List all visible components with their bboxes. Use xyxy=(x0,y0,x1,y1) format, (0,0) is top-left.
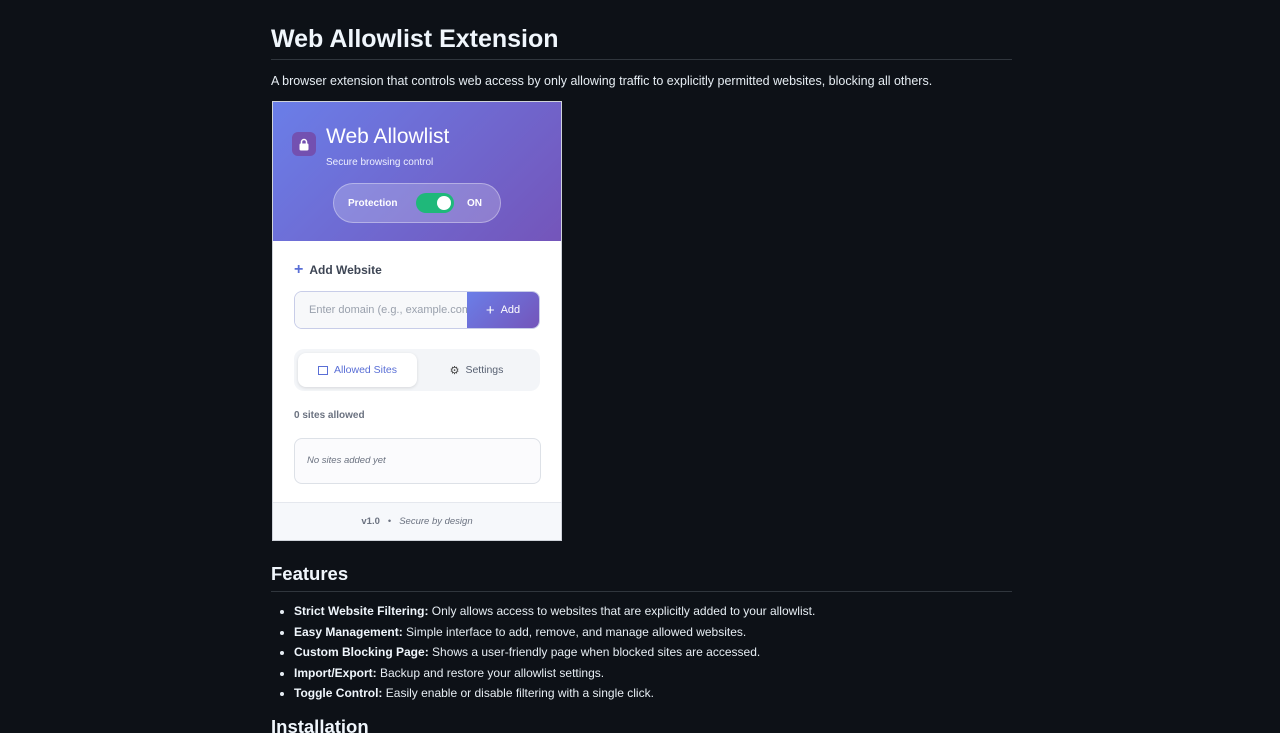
protection-toggle[interactable] xyxy=(416,193,454,213)
features-list: Strict Website Filtering: Only allows ac… xyxy=(294,603,815,706)
protection-label: Protection xyxy=(348,198,398,209)
extension-header: Web Allowlist Secure browsing control Pr… xyxy=(273,102,561,241)
sites-count: 0 sites allowed xyxy=(294,410,365,421)
empty-sites-message: No sites added yet xyxy=(294,438,541,484)
plus-icon: + xyxy=(294,261,304,278)
page-title: Web Allowlist Extension xyxy=(271,0,1012,60)
extension-footer: v1.0 • Secure by design xyxy=(273,502,561,540)
protection-control: Protection ON xyxy=(333,183,501,223)
version-label: v1.0 xyxy=(361,516,380,527)
protection-state: ON xyxy=(467,198,482,209)
feature-name: Import/Export: xyxy=(294,665,377,680)
feature-name: Easy Management: xyxy=(294,624,403,639)
list-item: Easy Management: Simple interface to add… xyxy=(294,624,815,645)
readme-content: Web Allowlist Extension A browser extens… xyxy=(271,0,1012,733)
gear-icon: ⚙ xyxy=(449,364,460,377)
add-website-label: Add Website xyxy=(309,263,382,277)
extension-subtitle: Secure browsing control xyxy=(326,157,434,168)
feature-desc: Shows a user-friendly page when blocked … xyxy=(428,645,761,659)
add-website-form: + Add xyxy=(294,291,540,329)
lock-icon xyxy=(292,132,316,156)
extension-title: Web Allowlist xyxy=(326,125,450,148)
footer-tagline: Secure by design xyxy=(399,516,473,527)
domain-input[interactable] xyxy=(295,292,467,328)
feature-name: Strict Website Filtering: xyxy=(294,604,429,618)
feature-desc: Simple interface to add, remove, and man… xyxy=(402,624,747,639)
feature-name: Toggle Control: xyxy=(294,686,383,700)
add-website-heading: + Add Website xyxy=(294,261,382,278)
add-button-label: Add xyxy=(500,304,521,316)
list-item: Strict Website Filtering: Only allows ac… xyxy=(294,603,815,624)
feature-desc: Only allows access to websites that are … xyxy=(428,604,816,618)
tab-allowed-sites-label: Allowed Sites xyxy=(333,364,398,376)
add-button[interactable]: + Add xyxy=(467,292,539,328)
extension-popup-screenshot: Web Allowlist Secure browsing control Pr… xyxy=(272,101,562,541)
installation-heading: Installation xyxy=(271,716,369,733)
list-item: Import/Export: Backup and restore your a… xyxy=(294,665,815,686)
feature-name: Custom Blocking Page: xyxy=(294,645,429,659)
footer-separator: • xyxy=(387,516,392,527)
tab-allowed-sites[interactable]: Allowed Sites xyxy=(298,353,417,387)
list-icon xyxy=(317,365,328,375)
plus-icon: + xyxy=(485,301,495,319)
feature-desc: Backup and restore your allowlist settin… xyxy=(376,665,605,680)
toggle-knob xyxy=(437,196,451,210)
features-heading: Features xyxy=(271,563,1012,592)
tab-settings[interactable]: ⚙ Settings xyxy=(417,353,536,387)
intro-text: A browser extension that controls web ac… xyxy=(271,74,933,88)
tab-bar: Allowed Sites ⚙ Settings xyxy=(294,349,540,391)
tab-settings-label: Settings xyxy=(465,364,504,376)
list-item: Toggle Control: Easily enable or disable… xyxy=(294,685,815,706)
feature-desc: Easily enable or disable filtering with … xyxy=(382,686,654,700)
list-item: Custom Blocking Page: Shows a user-frien… xyxy=(294,644,815,665)
